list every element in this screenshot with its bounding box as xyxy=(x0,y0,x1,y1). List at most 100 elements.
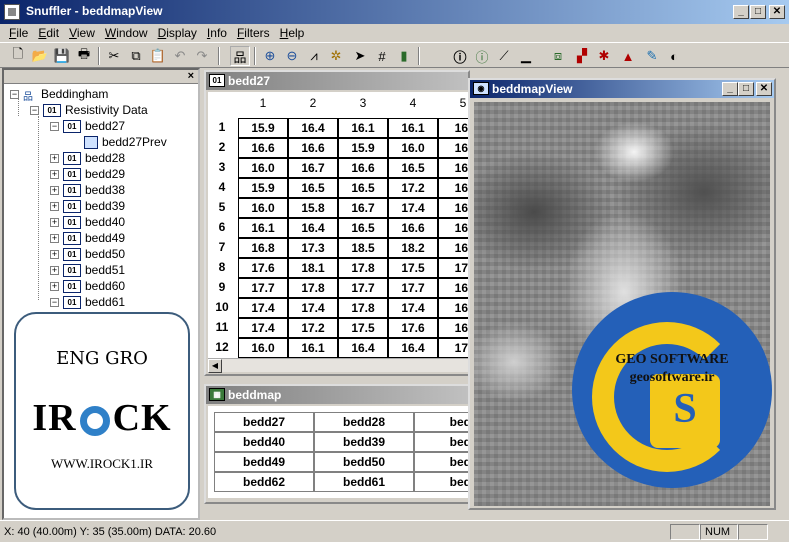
refresh-icon[interactable]: ⧈ xyxy=(548,46,568,66)
settings-icon[interactable]: ✲ xyxy=(326,46,346,66)
grid-cell[interactable]: 16.4 xyxy=(338,338,388,358)
grid-cell[interactable]: 17.7 xyxy=(238,278,288,298)
cut-icon[interactable]: ✂ xyxy=(104,46,124,66)
filter-icon[interactable]: ▞ xyxy=(572,46,592,66)
grid-cell[interactable]: 17.4 xyxy=(388,298,438,318)
grid-cell[interactable]: 17.8 xyxy=(338,298,388,318)
collapse-icon[interactable]: − xyxy=(50,297,59,307)
grid-cell[interactable]: 16. xyxy=(438,118,470,138)
grid-cell[interactable]: 16.0 xyxy=(388,138,438,158)
tree-item[interactable]: + 01 bedd28 xyxy=(50,150,125,166)
map-view-title-bar[interactable]: ◉ beddmapView _ □ ✕ xyxy=(470,80,774,98)
minimize-button[interactable]: _ xyxy=(722,82,738,96)
tree-item[interactable]: bedd27Prev xyxy=(84,134,167,150)
map-tile-cell[interactable]: bedd xyxy=(414,412,470,432)
grid-cell[interactable]: 16.4 xyxy=(388,338,438,358)
grid-cell[interactable]: 17.8 xyxy=(288,278,338,298)
grid-cell[interactable]: 15.9 xyxy=(238,178,288,198)
map-tile-cell[interactable]: bedd28 xyxy=(314,412,414,432)
open-icon[interactable]: 📂 xyxy=(30,46,50,66)
info-icon[interactable]: ⓘ xyxy=(450,46,470,66)
map-window-title-bar[interactable]: ▦ beddmap xyxy=(206,386,468,404)
grid-cell[interactable]: 16. xyxy=(438,318,470,338)
grid-cell[interactable]: 16.7 xyxy=(338,198,388,218)
expand-icon[interactable]: + xyxy=(50,249,59,259)
grid-cell[interactable]: 16.5 xyxy=(338,178,388,198)
menu-help[interactable]: Help xyxy=(275,26,310,40)
tree-item[interactable]: − 01 bedd27 xyxy=(50,118,125,134)
redo-icon[interactable]: ↷ xyxy=(192,46,212,66)
print-icon[interactable]: 🖶 xyxy=(74,46,94,66)
tree-group[interactable]: − 01 Resistivity Data xyxy=(30,102,148,118)
info2-icon[interactable]: ⓘ xyxy=(472,46,492,66)
grid-cell[interactable]: 15.9 xyxy=(238,118,288,138)
grid-cell[interactable]: 17.8 xyxy=(338,258,388,278)
expand-icon[interactable]: + xyxy=(50,281,59,291)
menu-filters[interactable]: Filters xyxy=(232,26,275,40)
tree-item[interactable]: + 01 bedd29 xyxy=(50,166,125,182)
grid-cell[interactable]: 16.1 xyxy=(338,118,388,138)
grid-cell[interactable]: 18.5 xyxy=(338,238,388,258)
grid-cell[interactable]: 18.1 xyxy=(288,258,338,278)
expand-icon[interactable]: + xyxy=(50,185,59,195)
paste-icon[interactable]: 📋 xyxy=(148,46,168,66)
grid-cell[interactable]: 17.7 xyxy=(388,278,438,298)
grid-cell[interactable]: 17. xyxy=(438,338,470,358)
grid-cell[interactable]: 16.5 xyxy=(388,158,438,178)
expand-icon[interactable]: + xyxy=(50,201,59,211)
grid-cell[interactable]: 17.5 xyxy=(388,258,438,278)
map-tile-cell[interactable]: bedd xyxy=(414,432,470,452)
grid-cell[interactable]: 16.8 xyxy=(238,238,288,258)
panel-close-icon[interactable]: × xyxy=(188,70,194,82)
grid-cell[interactable]: 16. xyxy=(438,158,470,178)
grid-cell[interactable]: 16.1 xyxy=(288,338,338,358)
export-icon[interactable]: ▮ xyxy=(394,46,414,66)
close-button[interactable]: ✕ xyxy=(756,82,772,96)
copy-icon[interactable]: ⧉ xyxy=(126,46,146,66)
grid-cell[interactable]: 16.6 xyxy=(338,158,388,178)
tree-root[interactable]: − 品 Beddingham xyxy=(10,86,108,103)
grid-cell[interactable]: 17.2 xyxy=(388,178,438,198)
edit-icon[interactable]: ⟋ xyxy=(494,46,514,66)
grid-cell[interactable]: 16.5 xyxy=(338,218,388,238)
despike-icon[interactable]: ✱ xyxy=(594,46,614,66)
grid-cell[interactable]: 16.0 xyxy=(238,158,288,178)
grid-cell[interactable]: 17.7 xyxy=(338,278,388,298)
arrow-icon[interactable]: ➤ xyxy=(350,46,370,66)
grid-icon[interactable]: # xyxy=(372,46,392,66)
menu-view[interactable]: View xyxy=(64,26,100,40)
grid-cell[interactable]: 16.4 xyxy=(288,118,338,138)
map-tile-cell[interactable]: bedd62 xyxy=(214,472,314,492)
close-button[interactable]: ✕ xyxy=(769,5,785,19)
map-tile-cell[interactable]: bedd27 xyxy=(214,412,314,432)
undo-icon[interactable]: ↶ xyxy=(170,46,190,66)
tree-item[interactable]: + 01 bedd60 xyxy=(50,278,125,294)
chart-icon[interactable]: ▁ xyxy=(516,46,536,66)
grid-cell[interactable]: 16. xyxy=(438,218,470,238)
grid-cell[interactable]: 17.4 xyxy=(388,198,438,218)
collapse-icon[interactable]: − xyxy=(30,105,39,115)
grid-window-title-bar[interactable]: 01 bedd27 xyxy=(206,72,468,90)
brush-icon[interactable]: ✎ xyxy=(642,46,662,66)
grid-cell[interactable]: 16.7 xyxy=(288,158,338,178)
grid-cell[interactable]: 16. xyxy=(438,178,470,198)
grid-cell[interactable]: 16. xyxy=(438,298,470,318)
grid-cell[interactable]: 17.2 xyxy=(288,318,338,338)
map-tile-cell[interactable]: bedd39 xyxy=(314,432,414,452)
tree-item[interactable]: + 01 bedd50 xyxy=(50,246,125,262)
grid-cell[interactable]: 17.4 xyxy=(238,318,288,338)
grid-cell[interactable]: 16.1 xyxy=(388,118,438,138)
contrast-icon[interactable]: ◐ xyxy=(664,46,684,66)
grid-cell[interactable]: 16.6 xyxy=(388,218,438,238)
grid-cell[interactable]: 16.5 xyxy=(288,178,338,198)
map-tile-cell[interactable]: bedd61 xyxy=(314,472,414,492)
expand-icon[interactable]: + xyxy=(50,265,59,275)
grid-cell[interactable]: 17.3 xyxy=(288,238,338,258)
expand-icon[interactable]: + xyxy=(50,217,59,227)
grid-cell[interactable]: 17.6 xyxy=(238,258,288,278)
grid-cell[interactable]: 15.8 xyxy=(288,198,338,218)
tree-item[interactable]: + 01 bedd49 xyxy=(50,230,125,246)
collapse-icon[interactable]: − xyxy=(10,89,19,99)
grid-cell[interactable]: 16. xyxy=(438,198,470,218)
tree-item[interactable]: − 01 bedd61 xyxy=(50,294,125,310)
